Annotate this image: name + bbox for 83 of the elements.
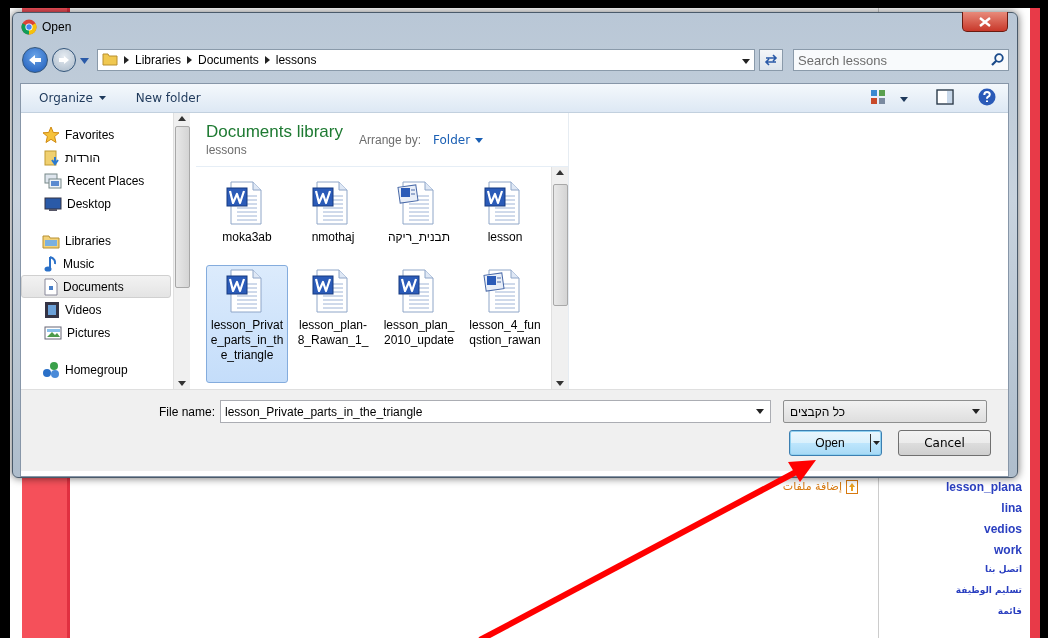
refresh-button[interactable] (759, 49, 783, 71)
close-button[interactable] (962, 12, 1008, 32)
window-title: Open (42, 19, 72, 35)
file-item[interactable]: lesson_Private_parts_in_the_triangle (206, 265, 288, 383)
dropdown-arrow-icon[interactable] (742, 59, 750, 64)
sidebar-link[interactable]: اتصل بنا (985, 564, 1022, 580)
library-subtitle: lessons (206, 143, 248, 157)
nav-item[interactable]: Music (21, 252, 171, 275)
download-folder-icon (44, 148, 60, 167)
nav-item[interactable]: Desktop (21, 192, 171, 215)
nav-item[interactable]: Homegroup (21, 358, 171, 381)
library-folder-icon (42, 232, 60, 249)
file-item[interactable]: lesson_plan_2010_update (378, 265, 460, 351)
scroll-up-icon[interactable] (178, 116, 186, 121)
file-type-dropdown[interactable]: כל הקבצים (783, 400, 987, 423)
refresh-icon (764, 54, 778, 66)
back-arrow-icon (28, 54, 42, 66)
sidebar-link[interactable]: lina (1001, 501, 1022, 517)
close-icon (979, 16, 991, 27)
sidebar-link[interactable]: work (994, 543, 1022, 559)
scrollbar-thumb[interactable] (552, 184, 568, 306)
file-item[interactable]: lesson_4_funqstion_rawan (464, 265, 546, 351)
caret-icon[interactable] (900, 97, 908, 102)
nav-item[interactable]: Documents (21, 275, 171, 298)
chevron-icon[interactable] (187, 55, 193, 64)
search-field[interactable]: Search lessons (793, 49, 1009, 71)
address-bar[interactable]: Libraries Documents lessons (97, 49, 755, 71)
open-button[interactable]: Open (789, 430, 882, 456)
nav-item[interactable]: Favorites (21, 123, 171, 146)
caret-icon[interactable] (872, 441, 880, 445)
cancel-button[interactable]: Cancel (898, 430, 991, 456)
caret-icon (972, 409, 980, 414)
toolbar-button[interactable]: New folder (127, 88, 209, 108)
preview-pane-icon[interactable] (936, 88, 954, 105)
scroll-down-icon[interactable] (556, 381, 564, 386)
nav-item[interactable]: Libraries (21, 229, 171, 252)
library-title: Documents library (206, 121, 343, 143)
scroll-up-icon[interactable] (556, 170, 564, 175)
desktop-icon (44, 196, 62, 211)
file-item[interactable]: lesson (464, 177, 546, 263)
film-icon (44, 300, 60, 319)
upload-icon (846, 480, 858, 494)
forward-arrow-icon (58, 55, 70, 65)
chevron-icon[interactable] (264, 55, 270, 64)
nav-item[interactable]: Videos (21, 298, 171, 321)
nav-item[interactable]: Recent Places (21, 169, 171, 192)
network-icon (42, 360, 60, 379)
breadcrumb[interactable]: Documents (198, 53, 259, 67)
recent-places-icon (44, 172, 62, 189)
file-name-label: File name: (157, 404, 216, 419)
view-icon[interactable] (870, 88, 886, 105)
breadcrumb[interactable]: Libraries (135, 53, 182, 67)
file-item[interactable]: nmothaj (292, 177, 374, 263)
caret-icon (475, 137, 484, 143)
file-item[interactable]: moka3ab (206, 177, 288, 263)
document-icon (44, 277, 58, 296)
file-item[interactable]: תבנית_ריקה (378, 177, 460, 263)
forward-button[interactable] (52, 48, 76, 72)
sidebar-link[interactable]: vedios (984, 522, 1022, 538)
music-note-icon (44, 254, 58, 273)
scrollbar-thumb[interactable] (174, 126, 190, 288)
toolbar-button[interactable]: Organize (31, 88, 114, 108)
nav-item[interactable]: Pictures (21, 321, 171, 344)
dropdown-arrow-icon[interactable] (756, 409, 764, 414)
folder-icon (102, 50, 118, 67)
scroll-down-icon[interactable] (178, 381, 186, 386)
caret-icon (98, 96, 106, 100)
browser-icon (21, 19, 37, 35)
file-name-field[interactable]: lesson_Private_parts_in_the_triangle (220, 400, 771, 423)
help-icon[interactable] (978, 87, 996, 106)
picture-icon (44, 325, 62, 340)
search-icon (991, 53, 1004, 66)
arrange-label: Arrange by: (359, 133, 422, 147)
file-item[interactable]: lesson_plan-8_Rawan_1_ (292, 265, 374, 351)
sidebar-link[interactable]: lesson_plana (945, 480, 1022, 496)
arrange-dropdown[interactable]: Folder (433, 133, 484, 147)
breadcrumb[interactable]: lessons (275, 53, 317, 67)
back-button[interactable] (22, 47, 48, 73)
chevron-icon[interactable] (124, 55, 129, 64)
nav-item[interactable]: הורדות (21, 146, 171, 169)
sidebar-link[interactable]: تسليم الوظيفة (955, 585, 1022, 601)
sidebar-link[interactable]: قائمة (997, 606, 1022, 622)
star-icon (42, 125, 60, 144)
